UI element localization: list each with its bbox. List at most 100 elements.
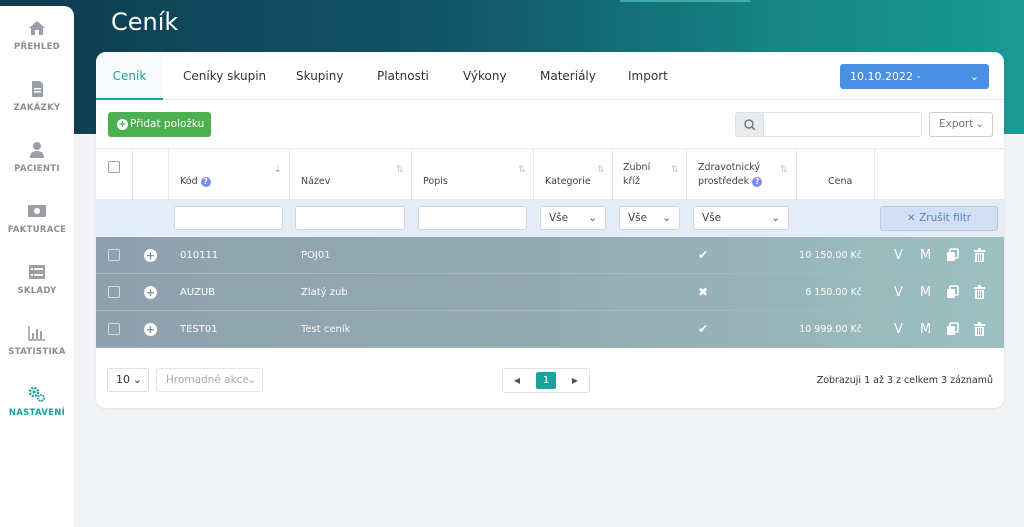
action-v-button[interactable]: V bbox=[894, 322, 903, 337]
search-icon bbox=[744, 119, 756, 131]
row-checkbox[interactable] bbox=[108, 286, 120, 298]
money-icon bbox=[28, 205, 46, 217]
column-header-nazev[interactable]: Název bbox=[301, 175, 330, 189]
row-checkbox[interactable] bbox=[108, 323, 120, 335]
clear-filter-label: Zrušit filtr bbox=[919, 212, 972, 224]
prev-page-icon[interactable]: ◀ bbox=[503, 369, 531, 392]
sort-icon[interactable]: ⇅ bbox=[597, 165, 605, 175]
filter-nazev-input[interactable] bbox=[295, 206, 405, 230]
expand-row-icon[interactable]: + bbox=[144, 323, 157, 336]
column-label: Zubní bbox=[623, 162, 651, 173]
table-row[interactable]: + TEST01 Test ceník ✔ 10 999.00 Kč V M bbox=[96, 311, 1004, 348]
tab-vykony[interactable]: Výkony bbox=[463, 52, 507, 100]
list-icon bbox=[29, 265, 45, 279]
tab-bar: Ceník Ceníky skupin Skupiny Platnosti Vý… bbox=[96, 52, 1004, 100]
tab-cenik[interactable]: Ceník bbox=[96, 52, 163, 100]
help-icon[interactable]: ? bbox=[752, 177, 763, 187]
copy-icon[interactable] bbox=[946, 285, 960, 300]
table-row[interactable]: + 010111 POJ01 ✔ 10 150.00 Kč V M bbox=[96, 237, 1004, 274]
cell-kod: 010111 bbox=[180, 250, 219, 261]
action-m-button[interactable]: M bbox=[920, 248, 931, 263]
sort-icon[interactable]: ⇅ bbox=[518, 165, 526, 175]
bulk-actions-select[interactable]: Hromadné akce ⌄ bbox=[156, 368, 263, 392]
tab-materialy[interactable]: Materiály bbox=[540, 52, 596, 100]
column-label: Kód bbox=[180, 176, 198, 187]
chevron-down-icon: ⌄ bbox=[588, 212, 597, 224]
row-checkbox[interactable] bbox=[108, 249, 120, 261]
action-v-button[interactable]: V bbox=[894, 285, 903, 300]
sidebar-item-pacienti[interactable]: PACIENTI bbox=[0, 140, 74, 174]
sidebar-item-nastaveni[interactable]: NASTAVENÍ bbox=[0, 384, 74, 418]
sidebar: PŘEHLED ZAKÁZKY PACIENTI FAKTURACE SKLAD… bbox=[0, 6, 74, 527]
tab-platnosti[interactable]: Platnosti bbox=[377, 52, 429, 100]
sort-icon[interactable]: ⇣ bbox=[274, 165, 282, 175]
column-header-cena[interactable]: Cena bbox=[828, 175, 852, 189]
validity-date-select[interactable]: 10.10.2022 - ⌄ bbox=[840, 64, 989, 89]
copy-icon[interactable] bbox=[946, 248, 960, 263]
next-page-icon[interactable]: ▶ bbox=[561, 369, 589, 392]
chevron-down-icon: ⌄ bbox=[969, 70, 979, 83]
trash-icon[interactable] bbox=[973, 285, 986, 300]
column-header-zdravotnicky-prostredek[interactable]: Zdravotnický prostředek ? bbox=[698, 161, 763, 189]
filter-popis-input[interactable] bbox=[418, 206, 527, 230]
page-button-current[interactable]: 1 bbox=[536, 372, 556, 389]
search-input[interactable] bbox=[765, 113, 921, 136]
help-icon[interactable]: ? bbox=[200, 177, 211, 187]
expand-row-icon[interactable]: + bbox=[144, 249, 157, 262]
sidebar-item-sklady[interactable]: SKLADY bbox=[0, 262, 74, 296]
search-box bbox=[735, 112, 922, 137]
sidebar-item-zakazky[interactable]: ZAKÁZKY bbox=[0, 79, 74, 113]
search-button[interactable] bbox=[736, 113, 764, 136]
plus-circle-icon: + bbox=[117, 119, 128, 130]
tab-ceniky-skupin[interactable]: Ceníky skupin bbox=[183, 52, 266, 100]
column-label: kříž bbox=[623, 176, 641, 187]
per-page-select[interactable]: 10 ⌄ bbox=[107, 368, 149, 392]
bar-chart-icon bbox=[28, 326, 45, 341]
cell-cena: 6 150.00 Kč bbox=[805, 287, 862, 298]
column-header-kod[interactable]: Kód ? bbox=[180, 175, 211, 189]
document-icon bbox=[32, 81, 43, 97]
sidebar-item-label: NASTAVENÍ bbox=[8, 408, 66, 418]
select-all-checkbox[interactable] bbox=[108, 161, 120, 173]
sort-icon[interactable]: ⇅ bbox=[671, 165, 679, 175]
header-glow bbox=[620, 0, 750, 2]
sidebar-item-statistika[interactable]: STATISTIKA bbox=[0, 323, 74, 357]
sidebar-item-fakturace[interactable]: FAKTURACE bbox=[0, 201, 74, 235]
cell-nazev: Test ceník bbox=[301, 324, 351, 335]
action-m-button[interactable]: M bbox=[920, 322, 931, 337]
chevron-down-icon: ⌄ bbox=[247, 374, 256, 386]
add-item-button[interactable]: + Přidat položku bbox=[108, 112, 211, 137]
export-button[interactable]: Export ⌄ bbox=[929, 112, 993, 137]
expand-row-icon[interactable]: + bbox=[144, 286, 157, 299]
chevron-down-icon: ⌄ bbox=[975, 118, 984, 130]
tab-skupiny[interactable]: Skupiny bbox=[296, 52, 343, 100]
close-icon: ✕ bbox=[906, 212, 916, 224]
table-row[interactable]: + AUZUB Zlatý zub ✖ 6 150.00 Kč V M bbox=[96, 274, 1004, 311]
trash-icon[interactable] bbox=[973, 248, 986, 263]
action-v-button[interactable]: V bbox=[894, 248, 903, 263]
column-header-popis[interactable]: Popis bbox=[423, 175, 448, 189]
tab-import[interactable]: Import bbox=[628, 52, 668, 100]
filter-kod-input[interactable] bbox=[174, 206, 283, 230]
clear-filter-button[interactable]: ✕ Zrušit filtr bbox=[880, 206, 998, 231]
cell-cena: 10 150.00 Kč bbox=[799, 250, 862, 261]
cell-nazev: POJ01 bbox=[301, 250, 331, 261]
select-value: 10 bbox=[116, 373, 130, 386]
column-header-kategorie[interactable]: Kategorie bbox=[545, 175, 591, 189]
trash-icon[interactable] bbox=[973, 322, 986, 337]
filter-kategorie-select[interactable]: Vše ⌄ bbox=[540, 206, 606, 230]
filter-zubni-kriz-select[interactable]: Vše ⌄ bbox=[619, 206, 680, 230]
column-header-zubni-kriz[interactable]: Zubní kříž bbox=[623, 161, 650, 189]
sidebar-item-prehled[interactable]: PŘEHLED bbox=[0, 18, 74, 52]
sidebar-item-label: ZAKÁZKY bbox=[13, 103, 61, 113]
sort-icon[interactable]: ⇅ bbox=[396, 165, 404, 175]
filter-zdravotnicky-select[interactable]: Vše ⌄ bbox=[693, 206, 789, 230]
cell-kod: AUZUB bbox=[180, 287, 216, 298]
select-value: Vše bbox=[628, 212, 648, 224]
sidebar-item-label: FAKTURACE bbox=[7, 225, 67, 235]
select-value: Vše bbox=[549, 212, 569, 224]
action-m-button[interactable]: M bbox=[920, 285, 931, 300]
sidebar-item-label: SKLADY bbox=[17, 286, 57, 296]
copy-icon[interactable] bbox=[946, 322, 960, 337]
sort-icon[interactable]: ⇅ bbox=[780, 165, 788, 175]
